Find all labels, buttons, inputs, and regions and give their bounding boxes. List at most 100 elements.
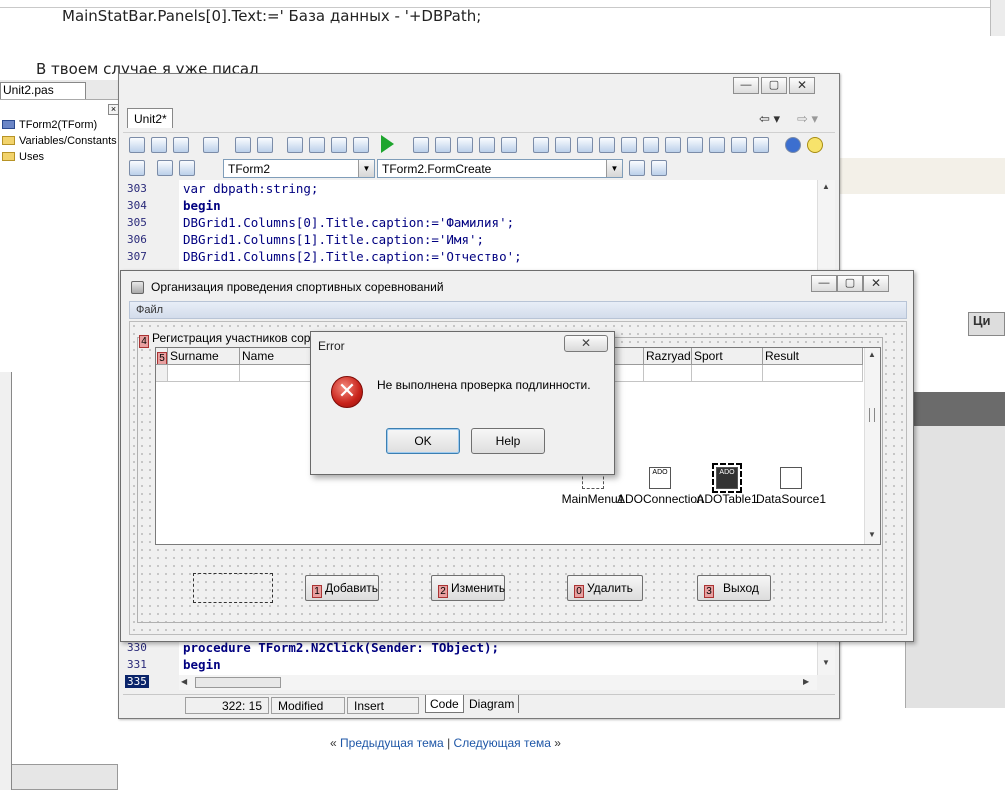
forum-dark-strip <box>905 392 1005 426</box>
help-icon[interactable] <box>785 137 801 153</box>
data-module-icon[interactable] <box>555 137 571 153</box>
selection-placeholder[interactable] <box>193 573 273 603</box>
tools-icon[interactable] <box>643 137 659 153</box>
nav-forward-icon[interactable]: ⇨ ▾ <box>797 111 818 127</box>
evaluate-icon[interactable] <box>501 137 517 153</box>
grid-column-header[interactable]: Razryad <box>644 348 692 365</box>
scroll-left-icon[interactable]: ◀ <box>181 677 187 686</box>
tab-unit2[interactable]: Unit2* <box>127 108 173 128</box>
tab-code[interactable]: Code <box>425 695 464 713</box>
forum-gray-block <box>905 426 1005 708</box>
copy-icon[interactable] <box>687 137 703 153</box>
grid-cell[interactable] <box>168 365 240 382</box>
scroll-grip-icon[interactable] <box>869 408 875 422</box>
exit-button[interactable]: 3 Выход <box>697 575 771 601</box>
align-right-icon[interactable] <box>651 160 667 176</box>
find-icon[interactable] <box>731 137 747 153</box>
groupbox-caption: 4 Регистрация участников соревн <box>139 331 333 348</box>
tab-unit2-pas[interactable]: Unit2.pas <box>0 82 86 99</box>
step-over-icon[interactable] <box>457 137 473 153</box>
new-unit-icon[interactable] <box>151 137 167 153</box>
implementation-icon[interactable] <box>179 160 195 176</box>
code-line[interactable]: var dbpath:string; <box>183 181 318 196</box>
pause-icon[interactable] <box>413 137 429 153</box>
package-icon[interactable] <box>599 137 615 153</box>
scroll-down-icon[interactable]: ▼ <box>868 530 876 539</box>
component-datasource1[interactable]: DataSource1 <box>755 467 827 506</box>
trace-into-icon[interactable] <box>435 137 451 153</box>
help-button[interactable]: Help <box>471 428 545 454</box>
minimize-icon[interactable]: — <box>811 275 837 292</box>
toggle-form-icon[interactable] <box>129 137 145 153</box>
tree-item-tform2[interactable]: TForm2(TForm) <box>2 119 97 131</box>
tree-item-variables[interactable]: Variables/Constants <box>2 135 117 147</box>
code-line[interactable]: begin <box>183 198 221 213</box>
scroll-up-icon[interactable]: ▲ <box>822 182 830 191</box>
grid-cell[interactable] <box>763 365 863 382</box>
topic-navigation: « Предыдущая тема | Следующая тема » <box>330 736 561 750</box>
align-left-icon[interactable] <box>629 160 645 176</box>
prev-topic-link[interactable]: Предыдущая тема <box>340 736 444 750</box>
grid-cell[interactable] <box>240 365 312 382</box>
nav-back-icon[interactable]: ⇦ ▾ <box>759 111 780 127</box>
code-line[interactable]: DBGrid1.Columns[0].Title.caption:='Фамил… <box>183 215 514 230</box>
replace-icon[interactable] <box>753 137 769 153</box>
tip-bulb-icon[interactable] <box>807 137 823 153</box>
ok-button[interactable]: OK <box>386 428 460 454</box>
tree-item-uses[interactable]: Uses <box>2 151 44 163</box>
browse-back-icon[interactable] <box>129 160 145 176</box>
code-line[interactable]: DBGrid1.Columns[2].Title.caption:='Отчес… <box>183 249 522 264</box>
editor-horizontal-scrollbar[interactable]: ◀ ▶ <box>179 675 817 690</box>
grid-column-header[interactable]: Surname <box>168 348 240 365</box>
checklist-icon[interactable] <box>331 137 347 153</box>
grid-cell[interactable] <box>692 365 763 382</box>
minimize-icon[interactable]: — <box>733 77 759 94</box>
delete-button[interactable]: 0 Удалить <box>567 575 643 601</box>
edit-button[interactable]: 2 Изменить <box>431 575 505 601</box>
close-icon[interactable]: ✕ <box>564 335 608 352</box>
run-to-cursor-icon[interactable] <box>479 137 495 153</box>
code-line[interactable]: DBGrid1.Columns[1].Title.caption:='Имя'; <box>183 232 484 247</box>
component-adoconnection[interactable]: ADO ADOConnection <box>617 467 704 506</box>
method-combo[interactable]: TForm2.FormCreate ▼ <box>377 159 623 178</box>
component-adotable1[interactable]: ADO ADOTable1 <box>695 463 759 506</box>
class-combo[interactable]: TForm2 ▼ <box>223 159 375 178</box>
grid-column-header[interactable]: Result <box>763 348 863 365</box>
interface-icon[interactable] <box>157 160 173 176</box>
grid-vertical-scrollbar[interactable]: ▲ ▼ <box>864 348 880 544</box>
scroll-down-icon[interactable]: ▼ <box>822 658 830 667</box>
close-icon[interactable]: ✕ <box>863 275 889 292</box>
new-item-icon[interactable] <box>173 137 189 153</box>
scroll-thumb[interactable] <box>195 677 281 688</box>
maximize-icon[interactable]: ▢ <box>837 275 863 292</box>
tab-diagram[interactable]: Diagram <box>465 695 520 713</box>
page-scrollbar-fragment[interactable] <box>990 0 1005 36</box>
maximize-icon[interactable]: ▢ <box>761 77 787 94</box>
add-button[interactable]: 1 Добавить <box>305 575 379 601</box>
scroll-right-icon[interactable]: ▶ <box>803 677 809 686</box>
edit-icon[interactable] <box>577 137 593 153</box>
grid-cell[interactable] <box>644 365 692 382</box>
close-icon[interactable]: ✕ <box>789 77 815 94</box>
scroll-up-icon[interactable]: ▲ <box>868 350 876 359</box>
save-icon[interactable] <box>235 137 251 153</box>
chevron-down-icon[interactable]: ▼ <box>358 160 374 177</box>
object-inspector-icon[interactable] <box>621 137 637 153</box>
paste-icon[interactable] <box>709 137 725 153</box>
run-icon[interactable] <box>381 135 394 153</box>
grid-column-header[interactable]: Sport <box>692 348 763 365</box>
save-all-icon[interactable] <box>257 137 273 153</box>
component-palette-icon[interactable] <box>533 137 549 153</box>
project-manager-icon[interactable] <box>353 137 369 153</box>
grid-column-header[interactable]: Name <box>240 348 312 365</box>
cut-icon[interactable] <box>665 137 681 153</box>
tab-order-badge: 1 <box>312 585 322 598</box>
code-line[interactable]: procedure TForm2.N2Click(Sender: TObject… <box>183 640 499 655</box>
open-project-icon[interactable] <box>287 137 303 153</box>
open-icon[interactable] <box>203 137 219 153</box>
code-line[interactable]: begin <box>183 657 221 672</box>
menu-file[interactable]: Файл <box>136 304 163 316</box>
add-file-icon[interactable] <box>309 137 325 153</box>
chevron-down-icon[interactable]: ▼ <box>606 160 622 177</box>
next-topic-link[interactable]: Следующая тема <box>454 736 551 750</box>
